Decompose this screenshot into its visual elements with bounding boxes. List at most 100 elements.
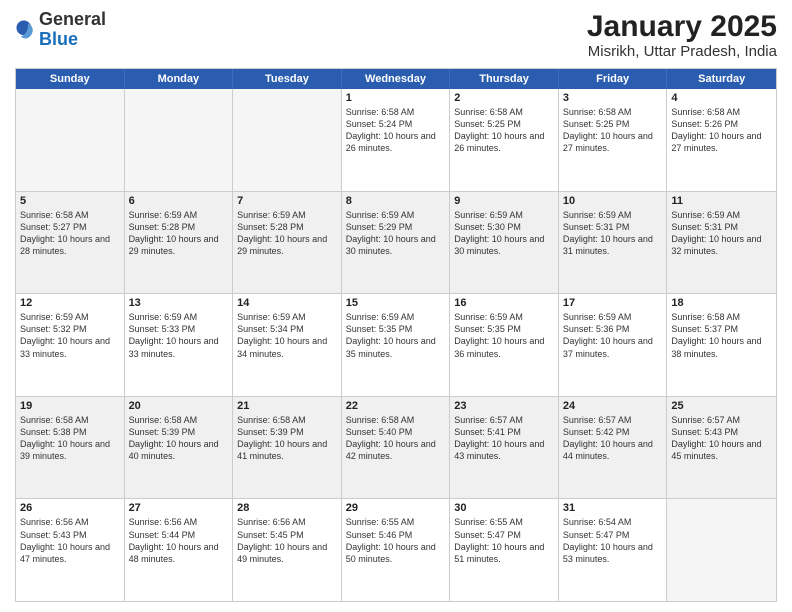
calendar-cell: 3Sunrise: 6:58 AM Sunset: 5:25 PM Daylig… [559,89,668,191]
cell-info: Sunrise: 6:57 AM Sunset: 5:42 PM Dayligh… [563,414,663,463]
day-number: 25 [671,400,772,412]
cell-info: Sunrise: 6:59 AM Sunset: 5:33 PM Dayligh… [129,311,229,360]
day-number: 12 [20,297,120,309]
cell-info: Sunrise: 6:56 AM Sunset: 5:44 PM Dayligh… [129,516,229,565]
calendar-cell: 1Sunrise: 6:58 AM Sunset: 5:24 PM Daylig… [342,89,451,191]
cell-info: Sunrise: 6:58 AM Sunset: 5:27 PM Dayligh… [20,209,120,258]
cell-info: Sunrise: 6:58 AM Sunset: 5:38 PM Dayligh… [20,414,120,463]
cell-info: Sunrise: 6:55 AM Sunset: 5:47 PM Dayligh… [454,516,554,565]
calendar-header: SundayMondayTuesdayWednesdayThursdayFrid… [16,69,776,89]
day-number: 30 [454,502,554,514]
calendar-body: 1Sunrise: 6:58 AM Sunset: 5:24 PM Daylig… [16,89,776,601]
day-number: 6 [129,195,229,207]
calendar-cell: 5 Sunrise: 6:58 AM Sunset: 5:27 PM Daylig… [16,192,125,294]
day-number: 14 [237,297,337,309]
header-day-wednesday: Wednesday [342,69,451,89]
calendar: SundayMondayTuesdayWednesdayThursdayFrid… [15,68,777,602]
calendar-cell: 24 Sunrise: 6:57 AM Sunset: 5:42 PM Dayli… [559,397,668,499]
day-number: 26 [20,502,120,514]
calendar-cell [233,89,342,191]
calendar-cell: 31 Sunrise: 6:54 AM Sunset: 5:47 PM Dayli… [559,499,668,601]
logo-general: General [39,9,106,29]
cell-info: Sunrise: 6:56 AM Sunset: 5:45 PM Dayligh… [237,516,337,565]
day-number: 24 [563,400,663,412]
calendar-cell: 11 Sunrise: 6:59 AM Sunset: 5:31 PM Dayli… [667,192,776,294]
cell-info: Sunrise: 6:59 AM Sunset: 5:28 PM Dayligh… [129,209,229,258]
logo-icon [15,19,37,41]
cell-info: Sunrise: 6:58 AM Sunset: 5:39 PM Dayligh… [237,414,337,463]
calendar-cell: 10 Sunrise: 6:59 AM Sunset: 5:31 PM Dayli… [559,192,668,294]
cell-info: Sunrise: 6:58 AM Sunset: 5:37 PM Dayligh… [671,311,772,360]
cell-info: Sunrise: 6:59 AM Sunset: 5:30 PM Dayligh… [454,209,554,258]
calendar-cell: 16 Sunrise: 6:59 AM Sunset: 5:35 PM Dayli… [450,294,559,396]
calendar-cell: 19 Sunrise: 6:58 AM Sunset: 5:38 PM Dayli… [16,397,125,499]
day-number: 4 [671,92,772,104]
calendar-cell [125,89,234,191]
calendar-cell: 7Sunrise: 6:59 AM Sunset: 5:28 PM Daylig… [233,192,342,294]
day-number: 19 [20,400,120,412]
day-number: 8 [346,195,446,207]
cell-info: Sunrise: 6:58 AM Sunset: 5:40 PM Dayligh… [346,414,446,463]
cell-info: Sunrise: 6:56 AM Sunset: 5:43 PM Dayligh… [20,516,120,565]
day-number: 17 [563,297,663,309]
day-number: 11 [671,195,772,207]
day-number: 16 [454,297,554,309]
header: General Blue January 2025 Misrikh, Uttar… [15,10,777,60]
calendar-cell: 25 Sunrise: 6:57 AM Sunset: 5:43 PM Dayli… [667,397,776,499]
calendar-subtitle: Misrikh, Uttar Pradesh, India [587,43,777,60]
calendar-week-2: 5 Sunrise: 6:58 AM Sunset: 5:27 PM Daylig… [16,192,776,295]
cell-info: Sunrise: 6:59 AM Sunset: 5:31 PM Dayligh… [563,209,663,258]
day-number: 1 [346,92,446,104]
calendar-cell: 14 Sunrise: 6:59 AM Sunset: 5:34 PM Dayli… [233,294,342,396]
day-number: 10 [563,195,663,207]
cell-info: Sunrise: 6:57 AM Sunset: 5:43 PM Dayligh… [671,414,772,463]
cell-info: Sunrise: 6:58 AM Sunset: 5:25 PM Dayligh… [563,106,663,155]
cell-info: Sunrise: 6:59 AM Sunset: 5:35 PM Dayligh… [454,311,554,360]
day-number: 21 [237,400,337,412]
calendar-cell: 28 Sunrise: 6:56 AM Sunset: 5:45 PM Dayli… [233,499,342,601]
calendar-cell [667,499,776,601]
header-day-tuesday: Tuesday [233,69,342,89]
cell-info: Sunrise: 6:58 AM Sunset: 5:39 PM Dayligh… [129,414,229,463]
cell-info: Sunrise: 6:59 AM Sunset: 5:34 PM Dayligh… [237,311,337,360]
day-number: 29 [346,502,446,514]
day-number: 28 [237,502,337,514]
day-number: 31 [563,502,663,514]
day-number: 2 [454,92,554,104]
logo: General Blue [15,10,106,50]
header-day-monday: Monday [125,69,234,89]
day-number: 23 [454,400,554,412]
day-number: 5 [20,195,120,207]
title-block: January 2025 Misrikh, Uttar Pradesh, Ind… [587,10,777,60]
calendar-cell: 9Sunrise: 6:59 AM Sunset: 5:30 PM Daylig… [450,192,559,294]
cell-info: Sunrise: 6:59 AM Sunset: 5:29 PM Dayligh… [346,209,446,258]
calendar-cell: 30 Sunrise: 6:55 AM Sunset: 5:47 PM Dayli… [450,499,559,601]
day-number: 18 [671,297,772,309]
cell-info: Sunrise: 6:58 AM Sunset: 5:25 PM Dayligh… [454,106,554,155]
day-number: 7 [237,195,337,207]
calendar-cell: 27 Sunrise: 6:56 AM Sunset: 5:44 PM Dayli… [125,499,234,601]
calendar-cell: 20Sunrise: 6:58 AM Sunset: 5:39 PM Dayli… [125,397,234,499]
calendar-week-3: 12Sunrise: 6:59 AM Sunset: 5:32 PM Dayli… [16,294,776,397]
calendar-cell: 2 Sunrise: 6:58 AM Sunset: 5:25 PM Daylig… [450,89,559,191]
calendar-week-5: 26 Sunrise: 6:56 AM Sunset: 5:43 PM Dayli… [16,499,776,601]
cell-info: Sunrise: 6:59 AM Sunset: 5:36 PM Dayligh… [563,311,663,360]
calendar-cell: 26 Sunrise: 6:56 AM Sunset: 5:43 PM Dayli… [16,499,125,601]
cell-info: Sunrise: 6:54 AM Sunset: 5:47 PM Dayligh… [563,516,663,565]
cell-info: Sunrise: 6:59 AM Sunset: 5:31 PM Dayligh… [671,209,772,258]
calendar-cell: 17 Sunrise: 6:59 AM Sunset: 5:36 PM Dayli… [559,294,668,396]
cell-info: Sunrise: 6:59 AM Sunset: 5:35 PM Dayligh… [346,311,446,360]
calendar-cell: 22Sunrise: 6:58 AM Sunset: 5:40 PM Dayli… [342,397,451,499]
calendar-cell: 18 Sunrise: 6:58 AM Sunset: 5:37 PM Dayli… [667,294,776,396]
calendar-cell: 13Sunrise: 6:59 AM Sunset: 5:33 PM Dayli… [125,294,234,396]
calendar-cell: 21 Sunrise: 6:58 AM Sunset: 5:39 PM Dayli… [233,397,342,499]
calendar-cell [16,89,125,191]
page: General Blue January 2025 Misrikh, Uttar… [0,0,792,612]
day-number: 27 [129,502,229,514]
calendar-cell: 29 Sunrise: 6:55 AM Sunset: 5:46 PM Dayli… [342,499,451,601]
calendar-week-4: 19 Sunrise: 6:58 AM Sunset: 5:38 PM Dayli… [16,397,776,500]
cell-info: Sunrise: 6:55 AM Sunset: 5:46 PM Dayligh… [346,516,446,565]
header-day-saturday: Saturday [667,69,776,89]
calendar-cell: 12Sunrise: 6:59 AM Sunset: 5:32 PM Dayli… [16,294,125,396]
calendar-cell: 23Sunrise: 6:57 AM Sunset: 5:41 PM Dayli… [450,397,559,499]
